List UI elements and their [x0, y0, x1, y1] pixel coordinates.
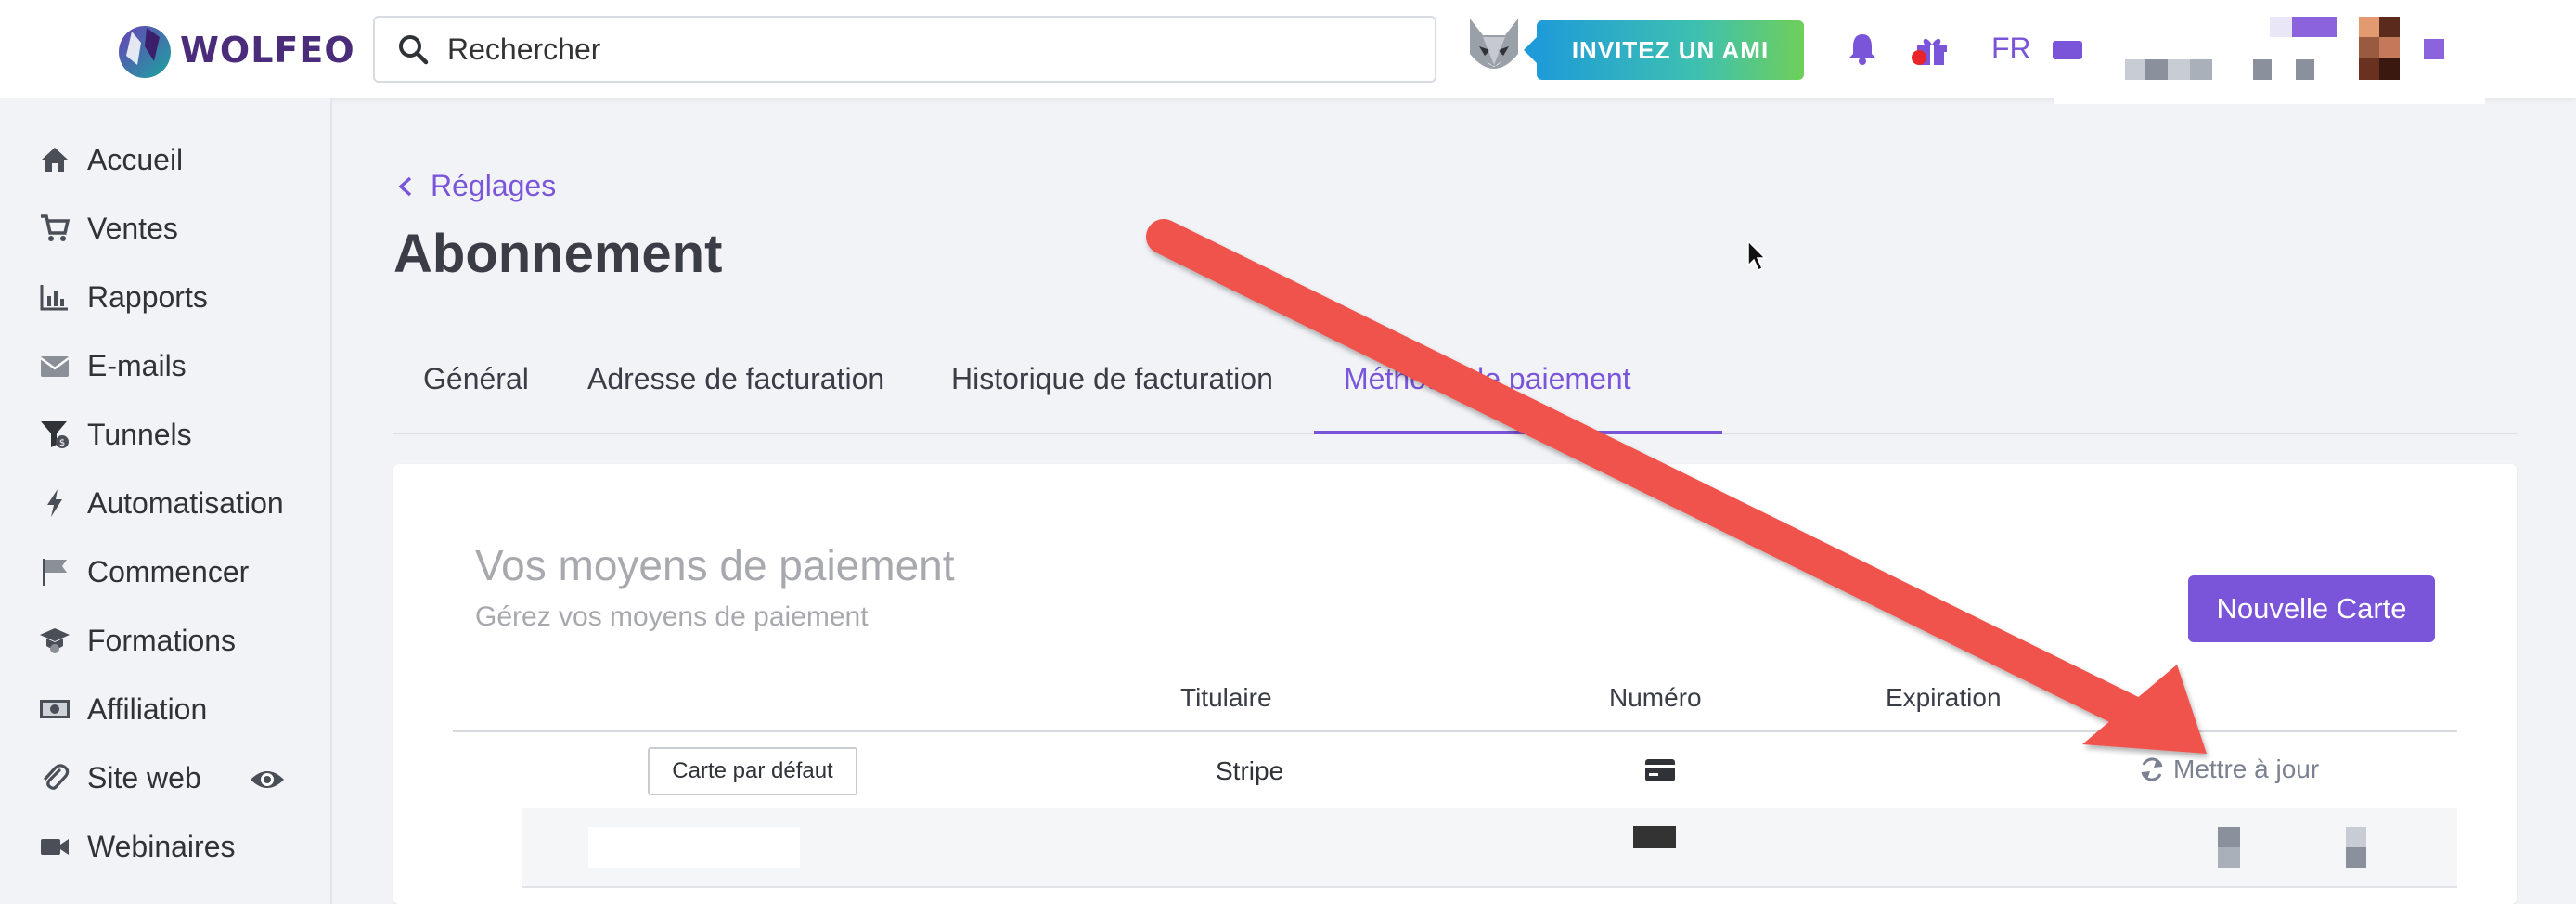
sidebar-item-ventes[interactable]: Ventes — [37, 200, 178, 256]
svg-text:$: $ — [59, 438, 65, 448]
redacted-card-number — [1633, 826, 1676, 848]
breadcrumb[interactable]: Réglages — [395, 169, 556, 203]
search-bar[interactable] — [373, 16, 1436, 83]
search-input[interactable] — [447, 32, 1375, 67]
invite-friend-button[interactable]: INVITEZ UN AMI — [1524, 20, 1804, 80]
sidebar-item-label: Webinaires — [87, 829, 236, 863]
sidebar-item-label: Tunnels — [87, 417, 192, 451]
brand-name: WOLFEO — [180, 30, 355, 71]
home-icon — [42, 148, 68, 172]
funnel-icon: $ — [41, 421, 69, 448]
wolf-logo-icon — [119, 26, 171, 78]
search-icon — [399, 35, 429, 65]
holder-cell: Stripe — [1216, 756, 1284, 785]
card-subtitle: Gérez vos moyens de paiement — [475, 601, 869, 632]
bell-icon[interactable] — [1847, 32, 1878, 65]
language-selector[interactable]: FR — [1991, 32, 2031, 66]
credit-card-icon — [1645, 759, 1675, 781]
sidebar-item-label: Commencer — [87, 554, 250, 588]
sidebar-item-label: Automatisation — [87, 485, 284, 520]
column-header-titulaire: Titulaire — [1180, 683, 1272, 712]
notification-dot — [1912, 50, 1926, 65]
flag-icon — [43, 559, 67, 586]
chevron-left-icon — [398, 176, 412, 196]
refresh-icon — [2141, 757, 2163, 781]
wolf-avatar-icon[interactable] — [1462, 13, 1526, 84]
sidebar-item-label: Formations — [87, 623, 237, 657]
update-card-label: Mettre à jour — [2173, 755, 2320, 783]
mouse-cursor-icon — [1747, 239, 1767, 272]
tab-adresse-facturation[interactable]: Adresse de facturation — [587, 362, 884, 396]
update-card-link[interactable]: Mettre à jour — [2138, 755, 2319, 784]
redacted-pixel — [2218, 847, 2240, 868]
column-header-numero: Numéro — [1609, 683, 1702, 712]
bolt-icon — [47, 489, 62, 517]
sidebar-item-accueil[interactable]: Accueil — [37, 132, 183, 187]
paperclip-icon — [44, 764, 70, 790]
tab-historique-facturation[interactable]: Historique de facturation — [951, 362, 1273, 396]
bar-chart-icon — [40, 285, 68, 311]
sidebar-item-label: Affiliation — [87, 691, 208, 726]
table-row: Carte par défaut Stripe Mettre à jour — [453, 732, 2457, 808]
sidebar-item-label: Site web — [87, 760, 201, 794]
sidebar-item-emails[interactable]: E-mails — [37, 338, 187, 394]
sidebar-item-commencer[interactable]: Commencer — [37, 544, 249, 600]
eye-icon[interactable] — [249, 761, 286, 798]
envelope-icon — [40, 356, 70, 377]
money-icon — [40, 700, 70, 718]
payment-methods-card: Vos moyens de paiement Gérez vos moyens … — [393, 464, 2517, 904]
sidebar-item-label: Accueil — [87, 142, 184, 176]
sidebar-item-webinaires[interactable]: Webinaires — [37, 819, 235, 874]
sidebar-item-affiliation[interactable]: Affiliation — [37, 681, 207, 737]
page-title: Abonnement — [393, 224, 723, 284]
new-card-button[interactable]: Nouvelle Carte — [2188, 575, 2435, 642]
sidebar-item-tunnels[interactable]: $ Tunnels — [37, 407, 192, 462]
sidebar-item-label: Rapports — [87, 279, 208, 314]
sidebar-item-label: Ventes — [87, 211, 178, 245]
flag-icon — [2053, 41, 2082, 59]
sidebar-item-rapports[interactable]: Rapports — [37, 269, 208, 325]
default-card-button[interactable]: Carte par défaut — [648, 747, 857, 795]
redacted-field — [588, 827, 800, 868]
redacted-pixel — [2218, 827, 2240, 847]
sidebar-item-label: E-mails — [87, 348, 187, 382]
tab-general[interactable]: Général — [423, 362, 529, 396]
sidebar-item-automatisation[interactable]: Automatisation — [37, 475, 284, 531]
cart-icon — [41, 214, 71, 241]
redacted-pixel — [2346, 847, 2366, 868]
redacted-pixel — [2346, 827, 2366, 847]
video-icon — [41, 839, 69, 855]
brand-logo[interactable]: WOLFEO — [113, 19, 355, 82]
tab-bar: Général Adresse de facturation Historiqu… — [393, 336, 2517, 434]
sidebar-item-site-web[interactable]: Site web — [37, 750, 201, 806]
table-row — [522, 808, 2457, 888]
column-header-expiration: Expiration — [1886, 683, 2002, 712]
breadcrumb-label: Réglages — [431, 169, 557, 202]
sidebar-item-formations[interactable]: Formations — [37, 613, 236, 668]
top-bar: WOLFEO INVITEZ UN AMI FR — [0, 0, 2576, 104]
card-title: Vos moyens de paiement — [475, 541, 955, 589]
tab-methode-paiement[interactable]: Méthode de paiement — [1344, 362, 1631, 396]
active-tab-indicator — [1314, 431, 1722, 434]
graduation-cap-icon — [40, 628, 70, 653]
